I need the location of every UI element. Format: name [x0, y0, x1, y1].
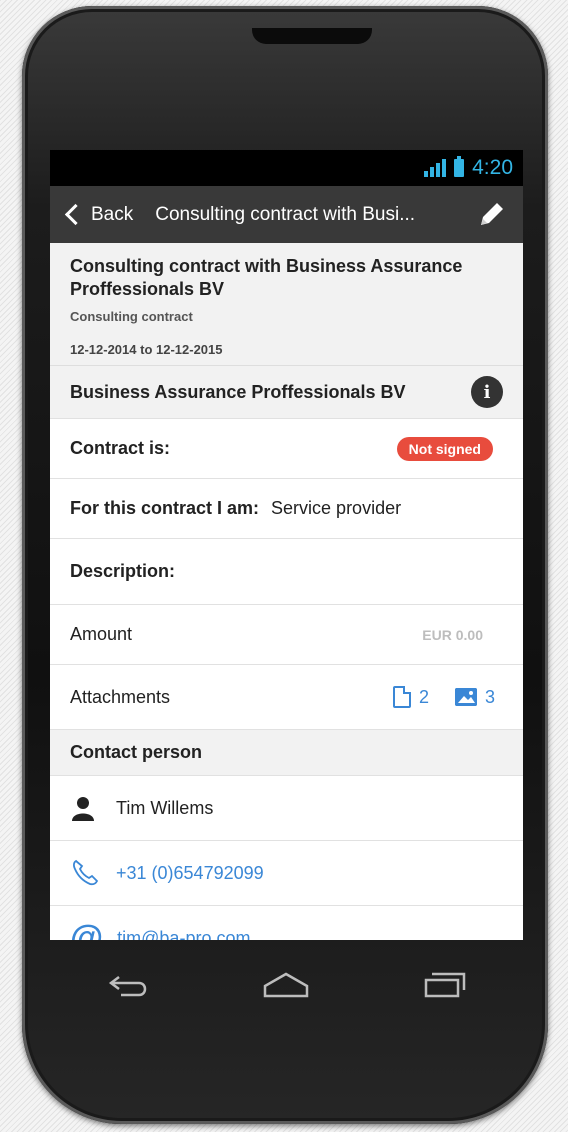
contact-section-label: Contact person [70, 742, 203, 762]
nav-recents-button[interactable] [414, 965, 474, 1005]
company-name: Business Assurance Proffessionals BV [70, 381, 406, 402]
back-chevron-icon [64, 203, 87, 226]
battery-icon [454, 156, 465, 177]
contract-status-row: Contract is: Not signed [50, 419, 523, 479]
role-label: For this contract I am: [70, 498, 260, 518]
page-title: Consulting contract with Busi... [155, 203, 416, 225]
app-screen: 4:20 Back Consulting contract with Busi.… [50, 150, 523, 940]
contact-section-header: Contact person [50, 730, 523, 776]
phone-icon [73, 859, 99, 886]
contact-name: Tim Willems [116, 797, 214, 818]
amount-value: EUR 0.00 [422, 626, 483, 643]
description-row[interactable]: Description: [50, 539, 523, 605]
nav-home-icon [264, 972, 309, 998]
action-bar: Back Consulting contract with Busi... [50, 186, 523, 243]
status-bar: 4:20 [50, 150, 523, 186]
nav-recents-icon [424, 972, 466, 998]
contact-email[interactable]: tim@ba-pro.com [117, 928, 250, 941]
attachments-image-count[interactable]: 3 [485, 687, 495, 708]
nav-back-icon [108, 976, 147, 997]
amount-row[interactable]: Amount EUR 0.00 [50, 605, 523, 665]
role-value: Service provider [271, 498, 402, 518]
contact-phone[interactable]: +31 (0)654792099 [116, 863, 264, 884]
pencil-icon[interactable] [473, 197, 509, 233]
person-icon [72, 797, 94, 821]
amount-label: Amount [70, 624, 133, 644]
info-icon[interactable]: i [471, 376, 503, 408]
contact-name-row[interactable]: Tim Willems [50, 776, 523, 841]
contract-title: Consulting contract with Business Assura… [70, 256, 463, 299]
attachments-label: Attachments [70, 686, 171, 707]
contact-phone-row[interactable]: +31 (0)654792099 [50, 841, 523, 906]
contract-dates: 12-12-2014 to 12-12-2015 [70, 342, 223, 357]
signal-icon [424, 159, 447, 177]
company-row[interactable]: Business Assurance Proffessionals BV i [50, 366, 523, 419]
status-badge: Not signed [396, 436, 493, 461]
role-row: For this contract I am: Service provider [50, 479, 523, 539]
at-icon: @ [70, 918, 104, 941]
back-button[interactable]: Back [64, 204, 155, 226]
file-icon[interactable] [392, 686, 411, 708]
attachments-counts: 2 3 [392, 686, 495, 708]
phone-speaker [252, 28, 372, 44]
navigation-bar [50, 940, 523, 1030]
back-label: Back [91, 203, 134, 225]
nav-home-button[interactable] [256, 965, 316, 1005]
nav-back-button[interactable] [99, 965, 159, 1005]
attachments-file-count[interactable]: 2 [419, 687, 429, 708]
description-label: Description: [70, 561, 176, 581]
contract-type: Consulting contract [70, 309, 193, 324]
contract-is-label: Contract is: [70, 438, 171, 458]
status-time: 4:20 [472, 156, 513, 179]
contact-email-row[interactable]: @ tim@ba-pro.com [50, 906, 523, 941]
image-icon[interactable] [454, 688, 477, 706]
attachments-row[interactable]: Attachments 2 3 [50, 665, 523, 730]
contract-header: Consulting contract with Business Assura… [50, 243, 523, 366]
